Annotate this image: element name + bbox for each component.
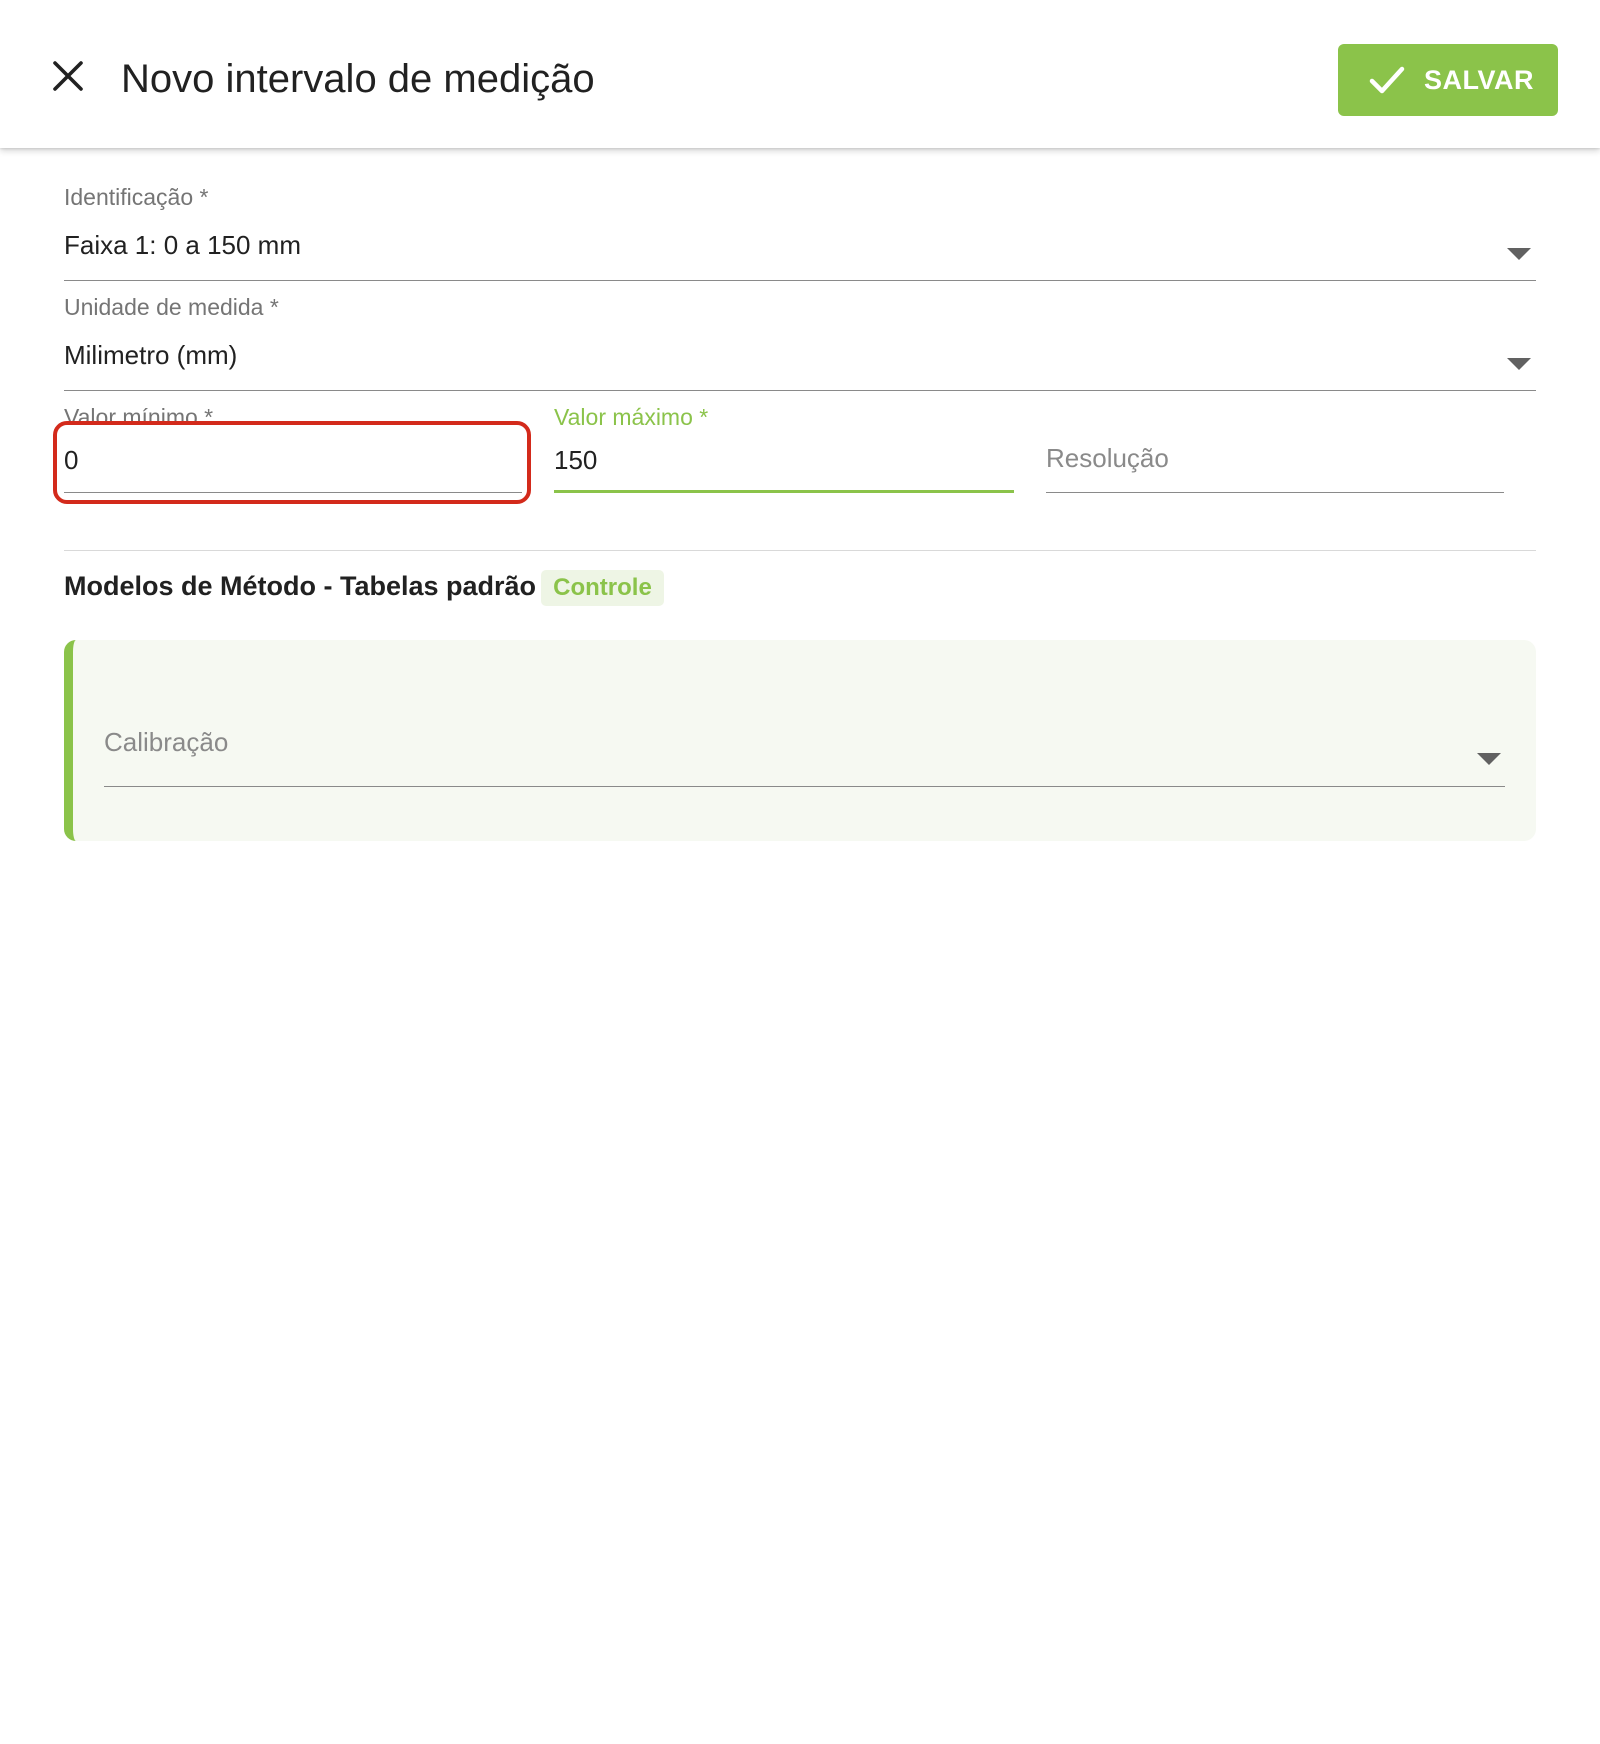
resolucao-underline xyxy=(1046,492,1504,493)
chevron-down-icon xyxy=(1507,358,1531,370)
dialog-header: Novo intervalo de medição SALVAR xyxy=(0,0,1600,148)
resolucao-field[interactable]: Resolução xyxy=(1046,400,1504,494)
valor-maximo-underline xyxy=(554,490,1014,493)
calibracao-placeholder: Calibração xyxy=(104,727,229,757)
check-icon xyxy=(1366,59,1408,101)
method-card: Calibração xyxy=(64,640,1536,841)
calibracao-underline xyxy=(104,786,1505,787)
save-button[interactable]: SALVAR xyxy=(1338,44,1558,116)
unidade-select[interactable]: Unidade de medida * Milimetro (mm) xyxy=(64,290,1536,392)
valor-minimo-underline xyxy=(64,492,522,493)
chevron-down-icon xyxy=(1507,248,1531,260)
save-button-label: SALVAR xyxy=(1424,64,1534,95)
status-chip: Controle xyxy=(541,570,664,606)
page-title: Novo intervalo de medição xyxy=(121,57,595,101)
valor-maximo-input[interactable]: 150 xyxy=(554,444,597,476)
identificacao-select[interactable]: Identificação * Faixa 1: 0 a 150 mm xyxy=(64,180,1536,282)
section-divider xyxy=(64,550,1536,551)
chevron-down-icon xyxy=(1477,753,1501,765)
valor-minimo-input[interactable]: 0 xyxy=(64,444,78,476)
unidade-value: Milimetro (mm) xyxy=(64,340,238,370)
valor-minimo-label: Valor mínimo * xyxy=(64,404,214,430)
close-icon xyxy=(53,61,83,91)
identificacao-underline xyxy=(64,280,1536,281)
valor-maximo-field[interactable]: Valor máximo * 150 xyxy=(554,400,1014,494)
valor-minimo-field[interactable]: Valor mínimo * 0 xyxy=(64,400,522,494)
close-button[interactable] xyxy=(38,46,98,106)
valor-maximo-label: Valor máximo * xyxy=(554,404,709,430)
unidade-underline xyxy=(64,390,1536,391)
calibracao-select[interactable]: Calibração xyxy=(104,720,1505,788)
resolucao-placeholder: Resolução xyxy=(1046,443,1169,473)
unidade-label: Unidade de medida * xyxy=(64,294,279,320)
section-title: Modelos de Método - Tabelas padrão xyxy=(64,571,537,601)
identificacao-label: Identificação * xyxy=(64,184,209,210)
identificacao-value: Faixa 1: 0 a 150 mm xyxy=(64,230,301,260)
